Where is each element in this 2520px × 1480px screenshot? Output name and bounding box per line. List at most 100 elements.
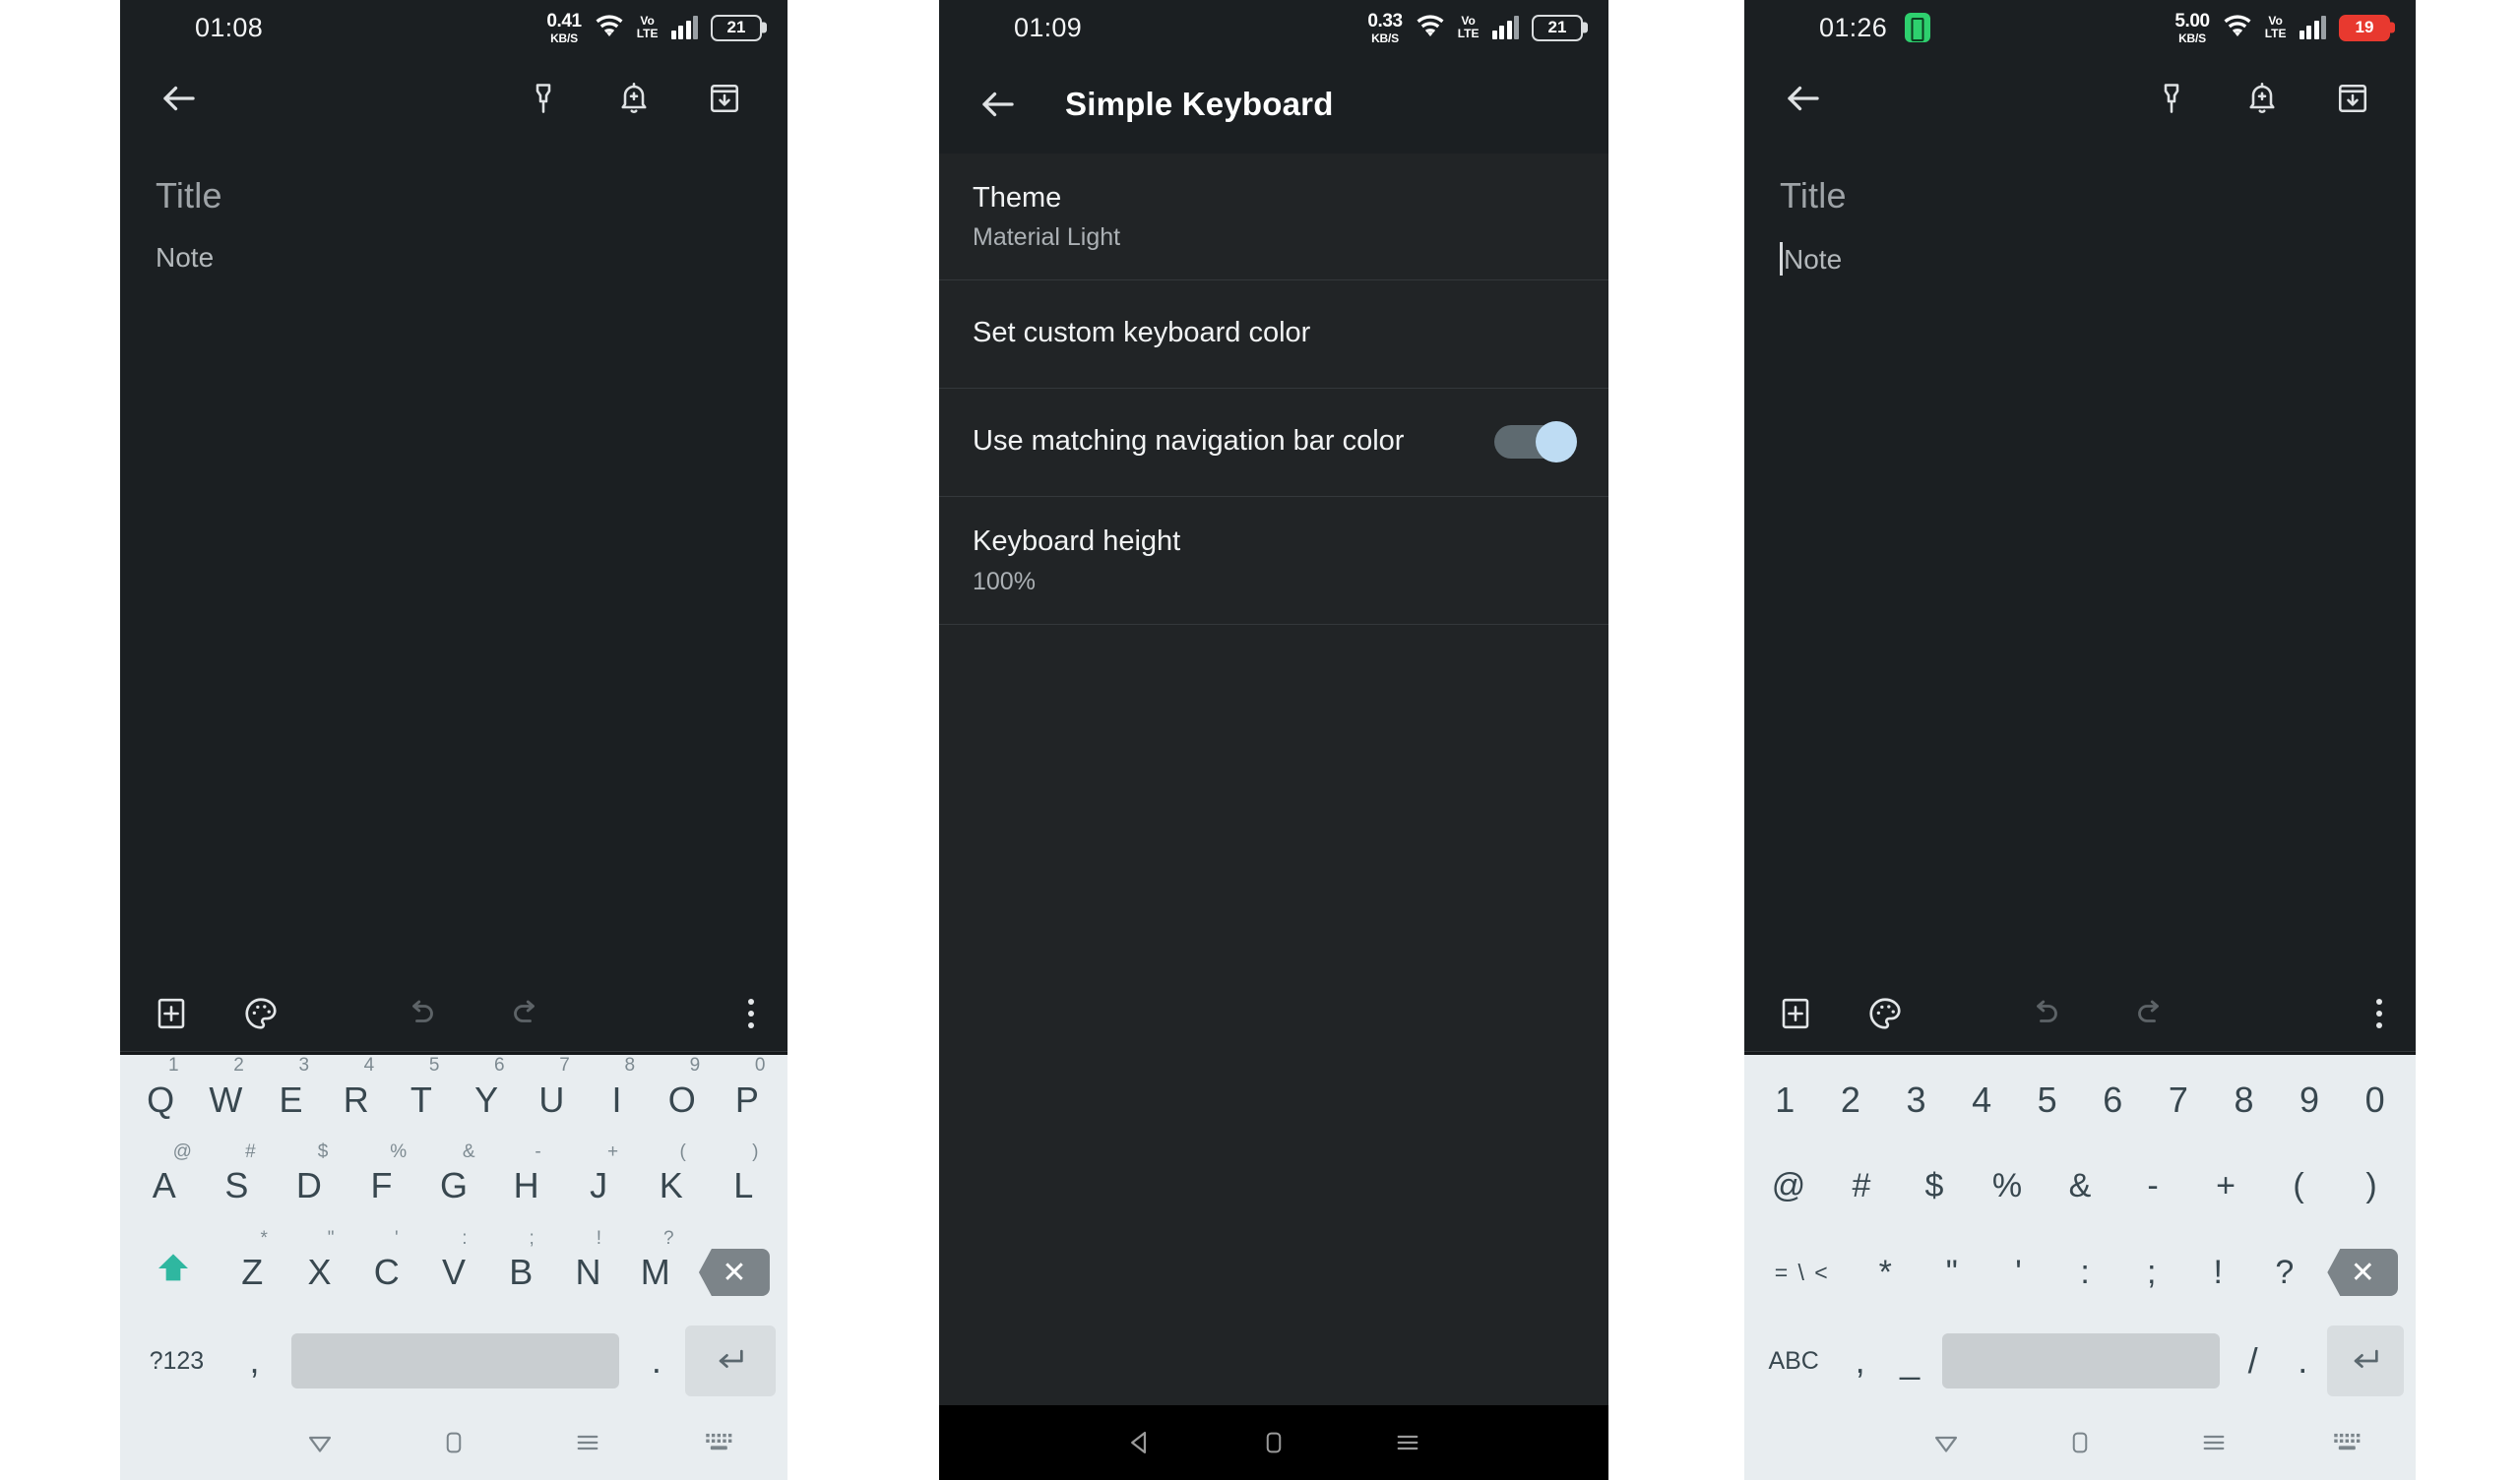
key-comma[interactable]: , xyxy=(225,1323,284,1399)
key-f[interactable]: % F xyxy=(346,1141,418,1218)
nav-back-triangle-icon[interactable] xyxy=(1878,1426,2012,1459)
nav-back-triangle-icon[interactable] xyxy=(254,1426,388,1459)
key-comma[interactable]: , xyxy=(1835,1323,1885,1399)
key-h[interactable]: -H xyxy=(490,1141,563,1218)
key-j[interactable]: + J xyxy=(562,1141,635,1218)
key-q[interactable]: 1Q xyxy=(128,1055,193,1134)
key-5[interactable]: 5 xyxy=(2014,1067,2080,1134)
note-title-placeholder[interactable]: Title xyxy=(1780,175,2380,216)
key-i[interactable]: 8I xyxy=(584,1055,649,1134)
key-7[interactable]: 7 xyxy=(2146,1067,2212,1134)
nav-recents-menu-icon[interactable] xyxy=(2147,1427,2281,1458)
key-k[interactable]: (K xyxy=(635,1141,708,1218)
pin-icon[interactable] xyxy=(518,73,569,124)
new-note-icon[interactable] xyxy=(1778,996,1813,1031)
key-y[interactable]: 6Y xyxy=(454,1055,519,1134)
key-space[interactable] xyxy=(1934,1323,2228,1399)
key-x[interactable]: " X xyxy=(285,1228,352,1305)
setting-row-custom-color[interactable]: Set custom keyboard color xyxy=(939,280,1608,390)
undo-icon[interactable] xyxy=(404,996,439,1031)
key-more-symbols-switch[interactable]: = \ < xyxy=(1752,1240,1852,1305)
key-quote-double[interactable]: " xyxy=(1919,1240,1985,1305)
nav-home-square-icon[interactable] xyxy=(1207,1428,1341,1457)
key-underscore[interactable]: _ xyxy=(1885,1323,1935,1399)
key-dollar[interactable]: $ xyxy=(1898,1153,1971,1218)
key-asterisk[interactable]: * xyxy=(1852,1240,1919,1305)
key-backspace[interactable]: ✕ xyxy=(689,1240,780,1305)
nav-recents-menu-icon[interactable] xyxy=(521,1427,655,1458)
palette-icon[interactable] xyxy=(1866,995,1904,1032)
key-l[interactable]: ) L xyxy=(708,1141,781,1218)
key-t[interactable]: 5T xyxy=(389,1055,454,1134)
key-e[interactable]: 3E xyxy=(258,1055,323,1134)
setting-row-theme[interactable]: Theme Material Light xyxy=(939,154,1608,281)
key-at[interactable]: @ xyxy=(1752,1153,1825,1218)
bell-plus-icon[interactable] xyxy=(2236,73,2288,124)
key-ampersand[interactable]: & xyxy=(2044,1153,2116,1218)
key-hyphen[interactable]: - xyxy=(2116,1153,2189,1218)
key-r[interactable]: 4R xyxy=(324,1055,389,1134)
setting-row-keyboard-height[interactable]: Keyboard height 100% xyxy=(939,497,1608,625)
key-b[interactable]: ; B xyxy=(487,1228,554,1305)
key-v[interactable]: :V xyxy=(420,1228,487,1305)
nav-recents-menu-icon[interactable] xyxy=(1341,1427,1475,1458)
key-g[interactable]: & G xyxy=(417,1141,490,1218)
back-arrow-icon[interactable] xyxy=(154,73,205,124)
more-vert-icon[interactable] xyxy=(748,998,754,1028)
note-editor-body[interactable]: Title Note xyxy=(120,142,788,975)
key-enter[interactable] xyxy=(2327,1323,2408,1399)
key-quote-single[interactable]: ' xyxy=(1985,1240,2052,1305)
key-u[interactable]: 7U xyxy=(519,1055,584,1134)
key-hash[interactable]: # xyxy=(1825,1153,1898,1218)
key-m[interactable]: ? M xyxy=(622,1228,689,1305)
undo-icon[interactable] xyxy=(2028,996,2063,1031)
key-p[interactable]: 0P xyxy=(715,1055,780,1134)
key-period[interactable]: . xyxy=(2278,1323,2328,1399)
more-vert-icon[interactable] xyxy=(2376,998,2382,1028)
key-plus[interactable]: + xyxy=(2189,1153,2262,1218)
note-title-placeholder[interactable]: Title xyxy=(156,175,752,216)
new-note-icon[interactable] xyxy=(154,996,189,1031)
nav-back-triangle-icon[interactable] xyxy=(1073,1426,1207,1459)
key-8[interactable]: 8 xyxy=(2211,1067,2277,1134)
key-paren-open[interactable]: ( xyxy=(2262,1153,2335,1218)
key-semicolon[interactable]: ; xyxy=(2118,1240,2185,1305)
key-s[interactable]: # S xyxy=(201,1141,274,1218)
key-3[interactable]: 3 xyxy=(1883,1067,1949,1134)
key-colon[interactable]: : xyxy=(2051,1240,2118,1305)
key-2[interactable]: 2 xyxy=(1818,1067,1884,1134)
key-period[interactable]: . xyxy=(627,1323,685,1399)
key-6[interactable]: 6 xyxy=(2080,1067,2146,1134)
archive-down-icon[interactable] xyxy=(2327,73,2378,124)
back-arrow-icon[interactable] xyxy=(1778,73,1829,124)
key-paren-close[interactable]: ) xyxy=(2335,1153,2408,1218)
key-enter[interactable] xyxy=(685,1323,780,1399)
key-1[interactable]: 1 xyxy=(1752,1067,1818,1134)
nav-home-square-icon[interactable] xyxy=(2013,1428,2147,1457)
key-w[interactable]: 2W xyxy=(193,1055,258,1134)
key-n[interactable]: ! N xyxy=(554,1228,621,1305)
key-a[interactable]: @ A xyxy=(128,1141,201,1218)
archive-down-icon[interactable] xyxy=(699,73,750,124)
key-shift[interactable] xyxy=(128,1240,219,1305)
key-space[interactable] xyxy=(284,1323,627,1399)
key-d[interactable]: $ D xyxy=(273,1141,346,1218)
redo-icon[interactable] xyxy=(2132,996,2168,1031)
note-editor-body[interactable]: Title Note xyxy=(1744,142,2416,975)
key-4[interactable]: 4 xyxy=(1949,1067,2015,1134)
palette-icon[interactable] xyxy=(242,995,280,1032)
key-9[interactable]: 9 xyxy=(2277,1067,2343,1134)
key-c[interactable]: ' C xyxy=(353,1228,420,1305)
back-arrow-icon[interactable] xyxy=(973,79,1024,130)
key-z[interactable]: * Z xyxy=(219,1228,285,1305)
redo-icon[interactable] xyxy=(508,996,543,1031)
nav-keyboard-switch-icon[interactable] xyxy=(2282,1430,2416,1455)
note-body-placeholder[interactable]: Note xyxy=(1784,244,1842,276)
note-body-placeholder[interactable]: Note xyxy=(156,242,214,274)
pin-icon[interactable] xyxy=(2146,73,2197,124)
bell-plus-icon[interactable] xyxy=(608,73,660,124)
key-0[interactable]: 0 xyxy=(2342,1067,2408,1134)
key-o[interactable]: 9O xyxy=(650,1055,715,1134)
nav-home-square-icon[interactable] xyxy=(387,1428,521,1457)
key-percent[interactable]: % xyxy=(1971,1153,2044,1218)
